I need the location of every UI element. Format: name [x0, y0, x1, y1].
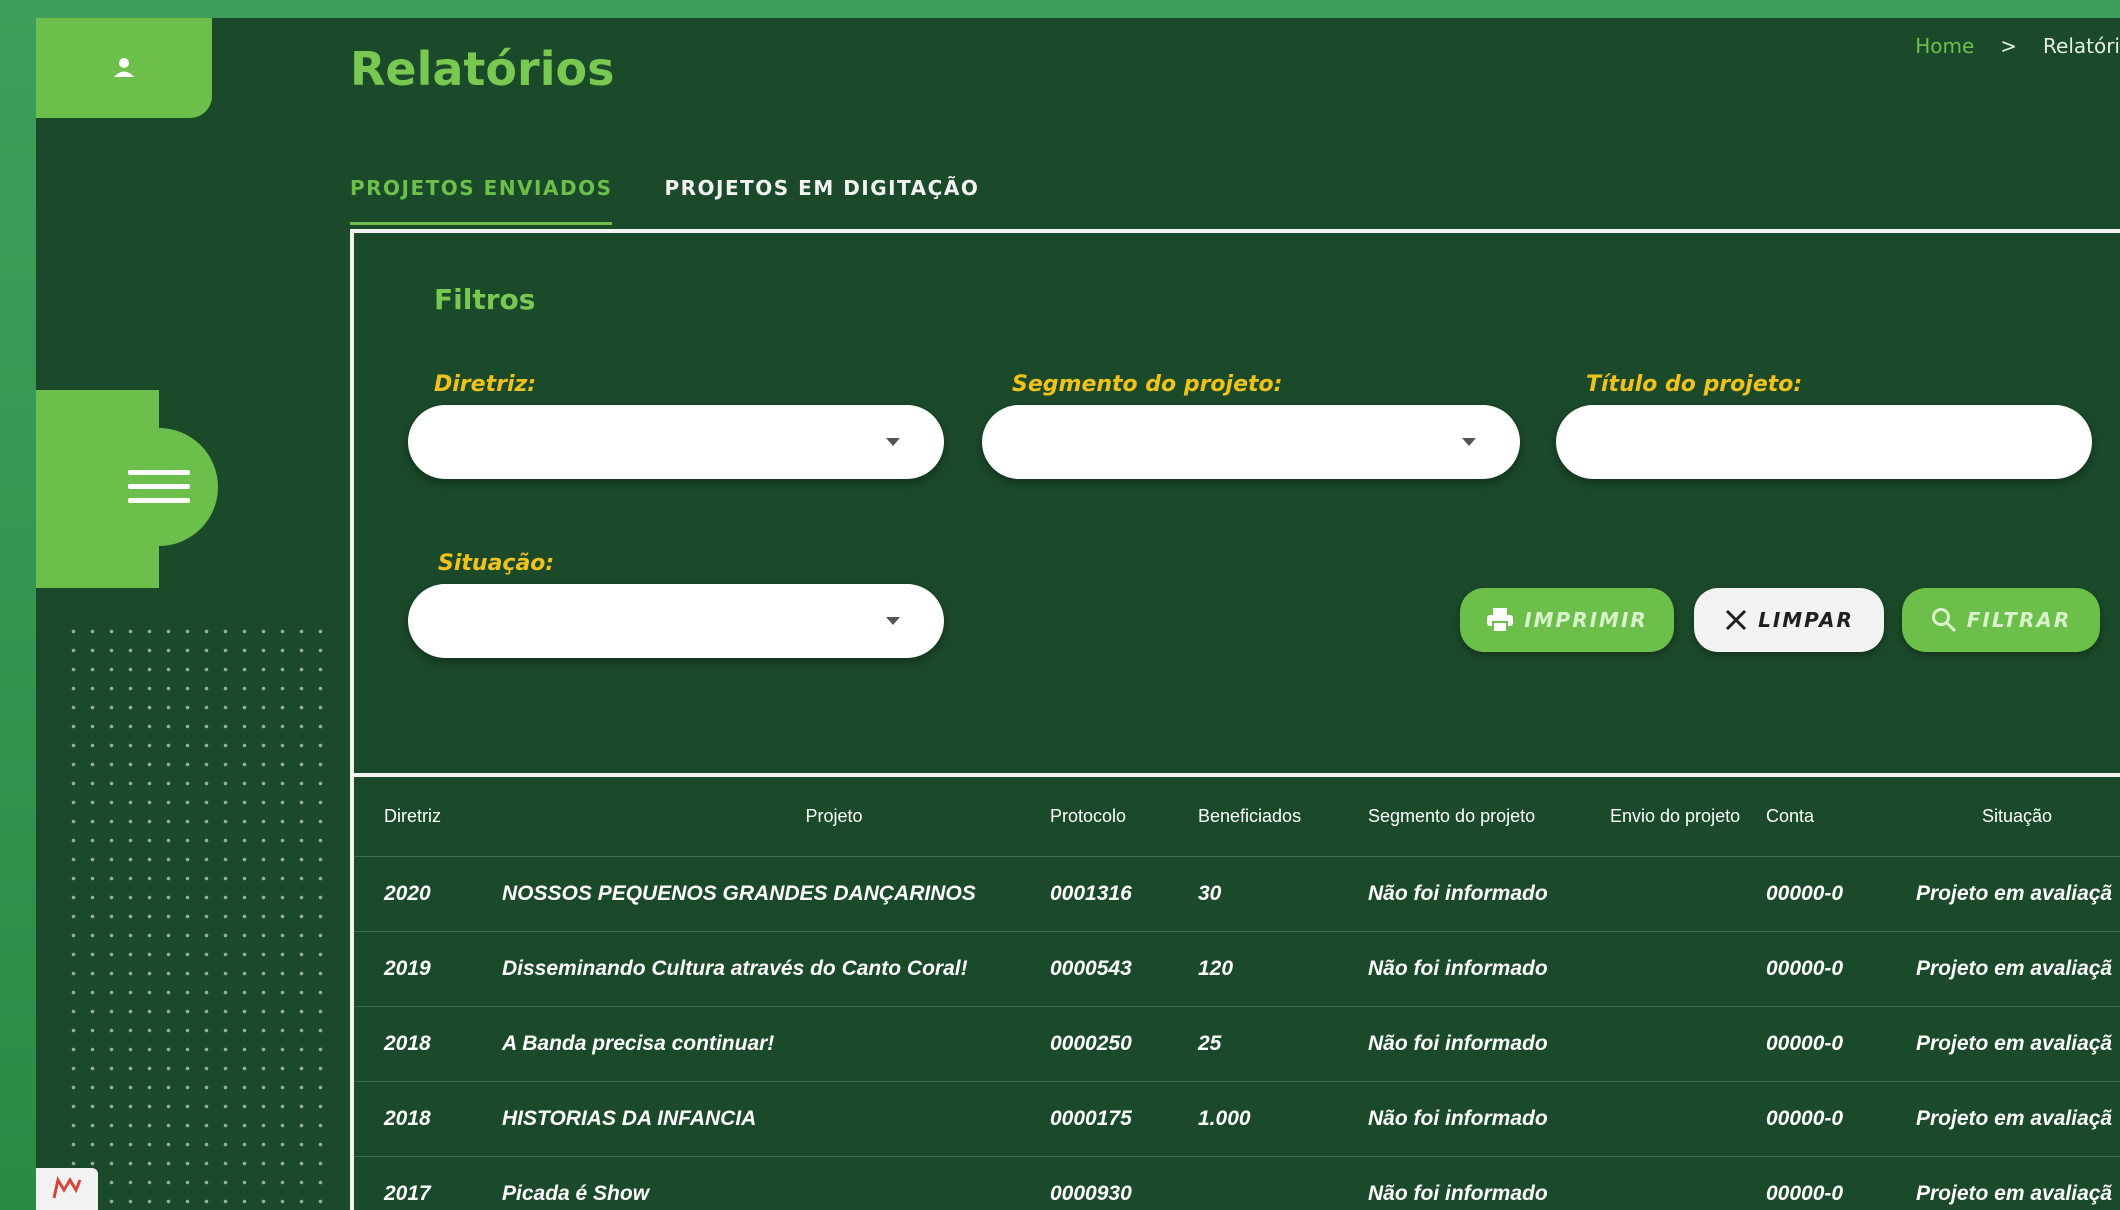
cell-segmento: Não foi informado — [1368, 1107, 1548, 1130]
column-header-segmento[interactable]: Segmento do projeto — [1368, 777, 1535, 856]
cell-diretriz: 2020 — [384, 882, 431, 905]
column-header-diretriz[interactable]: Diretriz — [384, 777, 441, 856]
cell-projeto: NOSSOS PEQUENOS GRANDES DANÇARINOS — [502, 882, 976, 905]
cell-situacao: Projeto em avaliaçã — [1916, 1032, 2113, 1055]
cell-beneficiados: 1.000 — [1198, 1107, 1251, 1130]
column-header-conta[interactable]: Conta — [1766, 777, 1814, 856]
filtrar-button[interactable]: FILTRAR — [1902, 588, 2100, 652]
imprimir-button-label: IMPRIMIR — [1524, 608, 1648, 632]
cell-beneficiados: 25 — [1198, 1032, 1222, 1055]
cell-protocolo: 0000543 — [1050, 957, 1132, 980]
table-header-row: Diretriz Projeto Protocolo Beneficiados … — [354, 777, 2120, 857]
decorative-dot-grid — [64, 622, 326, 1210]
limpar-button-label: LIMPAR — [1758, 608, 1854, 632]
search-icon — [1931, 608, 1956, 633]
cell-segmento: Não foi informado — [1368, 882, 1548, 905]
cell-conta: 00000-0 — [1766, 882, 1844, 905]
chevron-down-icon — [886, 617, 900, 625]
cell-projeto: Disseminando Cultura através do Canto Co… — [502, 957, 968, 980]
cell-protocolo: 0000175 — [1050, 1107, 1132, 1130]
projects-table: Diretriz Projeto Protocolo Beneficiados … — [354, 773, 2120, 1210]
cell-projeto: A Banda precisa continuar! — [502, 1032, 775, 1055]
titulo-input[interactable] — [1556, 405, 2092, 479]
column-header-projeto[interactable]: Projeto — [644, 777, 1024, 856]
breadcrumb-current: Relatóri — [2043, 34, 2120, 58]
table-row[interactable]: 2019 Disseminando Cultura através do Can… — [354, 932, 2120, 1007]
cell-beneficiados: 120 — [1198, 957, 1234, 980]
segmento-label: Segmento do projeto: — [1012, 372, 1283, 397]
table-row[interactable]: 2018 HISTORIAS DA INFANCIA 0000175 1.000… — [354, 1082, 2120, 1157]
hamburger-menu-icon — [128, 470, 190, 503]
cell-situacao: Projeto em avaliaçã — [1916, 957, 2113, 980]
filters-card: Filtros Diretriz: Segmento do projeto: T… — [350, 229, 2120, 1210]
cell-beneficiados: 30 — [1198, 882, 1222, 905]
table-row[interactable]: 2017 Picada é Show 0000930 Não foi infor… — [354, 1157, 2120, 1210]
column-header-beneficiados[interactable]: Beneficiados — [1198, 777, 1301, 856]
cell-projeto: Picada é Show — [502, 1182, 650, 1205]
table-row[interactable]: 2020 NOSSOS PEQUENOS GRANDES DANÇARINOS … — [354, 857, 2120, 932]
cell-situacao: Projeto em avaliaçã — [1916, 882, 2113, 905]
menu-toggle-button[interactable] — [100, 428, 218, 546]
cell-conta: 00000-0 — [1766, 1032, 1844, 1055]
printer-icon — [1487, 608, 1514, 633]
cell-conta: 00000-0 — [1766, 957, 1844, 980]
imprimir-button[interactable]: IMPRIMIR — [1460, 588, 1674, 652]
situacao-label: Situação: — [438, 551, 555, 576]
limpar-button[interactable]: LIMPAR — [1694, 588, 1884, 652]
cell-conta: 00000-0 — [1766, 1182, 1844, 1205]
cell-situacao: Projeto em avaliaçã — [1916, 1107, 2113, 1130]
cell-protocolo: 0001316 — [1050, 882, 1132, 905]
table-row[interactable]: 2018 A Banda precisa continuar! 0000250 … — [354, 1007, 2120, 1082]
logo-badge-icon — [52, 1176, 82, 1199]
cell-segmento: Não foi informado — [1368, 957, 1548, 980]
filtrar-button-label: FILTRAR — [1966, 608, 2072, 632]
titulo-label: Título do projeto: — [1586, 372, 1803, 397]
chevron-down-icon — [1462, 438, 1476, 446]
breadcrumb: Home > Relatóri — [1915, 34, 2120, 58]
column-header-situacao[interactable]: Situação — [1982, 777, 2052, 856]
cell-diretriz: 2017 — [384, 1182, 431, 1205]
cell-diretriz: 2018 — [384, 1032, 431, 1055]
cell-segmento: Não foi informado — [1368, 1032, 1548, 1055]
tab-bar: PROJETOS ENVIADOS PROJETOS EM DIGITAÇÃO — [350, 176, 979, 225]
cell-conta: 00000-0 — [1766, 1107, 1844, 1130]
cell-situacao: Projeto em avaliaçã — [1916, 1182, 2113, 1205]
column-header-protocolo[interactable]: Protocolo — [1050, 777, 1126, 856]
cell-diretriz: 2018 — [384, 1107, 431, 1130]
diretriz-select[interactable] — [408, 405, 944, 479]
user-tab[interactable] — [36, 18, 212, 118]
breadcrumb-home-link[interactable]: Home — [1915, 34, 1974, 58]
diretriz-label: Diretriz: — [434, 372, 537, 397]
column-header-envio[interactable]: Envio do projeto — [1610, 777, 1740, 856]
cell-diretriz: 2019 — [384, 957, 431, 980]
page-title: Relatórios — [350, 42, 615, 96]
tab-projetos-em-digitacao[interactable]: PROJETOS EM DIGITAÇÃO — [664, 176, 979, 225]
cell-segmento: Não foi informado — [1368, 1182, 1548, 1205]
breadcrumb-separator: > — [2000, 34, 2018, 58]
situacao-select[interactable] — [408, 584, 944, 658]
chevron-down-icon — [886, 438, 900, 446]
app-window: Relatórios Home > Relatóri PROJETOS ENVI… — [36, 18, 2120, 1210]
segmento-select[interactable] — [982, 405, 1520, 479]
filters-title: Filtros — [434, 283, 536, 316]
tab-projetos-enviados[interactable]: PROJETOS ENVIADOS — [350, 176, 613, 225]
cell-projeto: HISTORIAS DA INFANCIA — [502, 1107, 757, 1130]
user-icon — [114, 58, 134, 77]
cell-protocolo: 0000250 — [1050, 1032, 1132, 1055]
close-x-icon — [1726, 609, 1747, 631]
cell-protocolo: 0000930 — [1050, 1182, 1132, 1205]
logo-badge — [36, 1168, 98, 1210]
